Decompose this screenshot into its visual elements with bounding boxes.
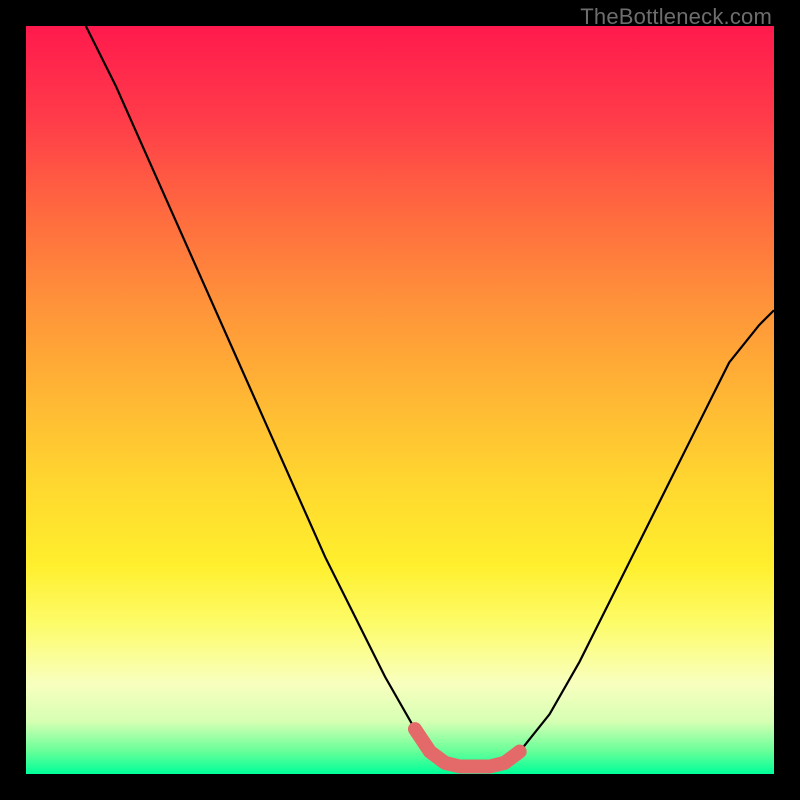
curve-svg	[26, 26, 774, 774]
watermark-text: TheBottleneck.com	[580, 4, 772, 30]
thick-accent-segment	[415, 729, 520, 766]
bottleneck-curve	[86, 26, 774, 767]
plot-area	[26, 26, 774, 774]
chart-frame: TheBottleneck.com	[0, 0, 800, 800]
